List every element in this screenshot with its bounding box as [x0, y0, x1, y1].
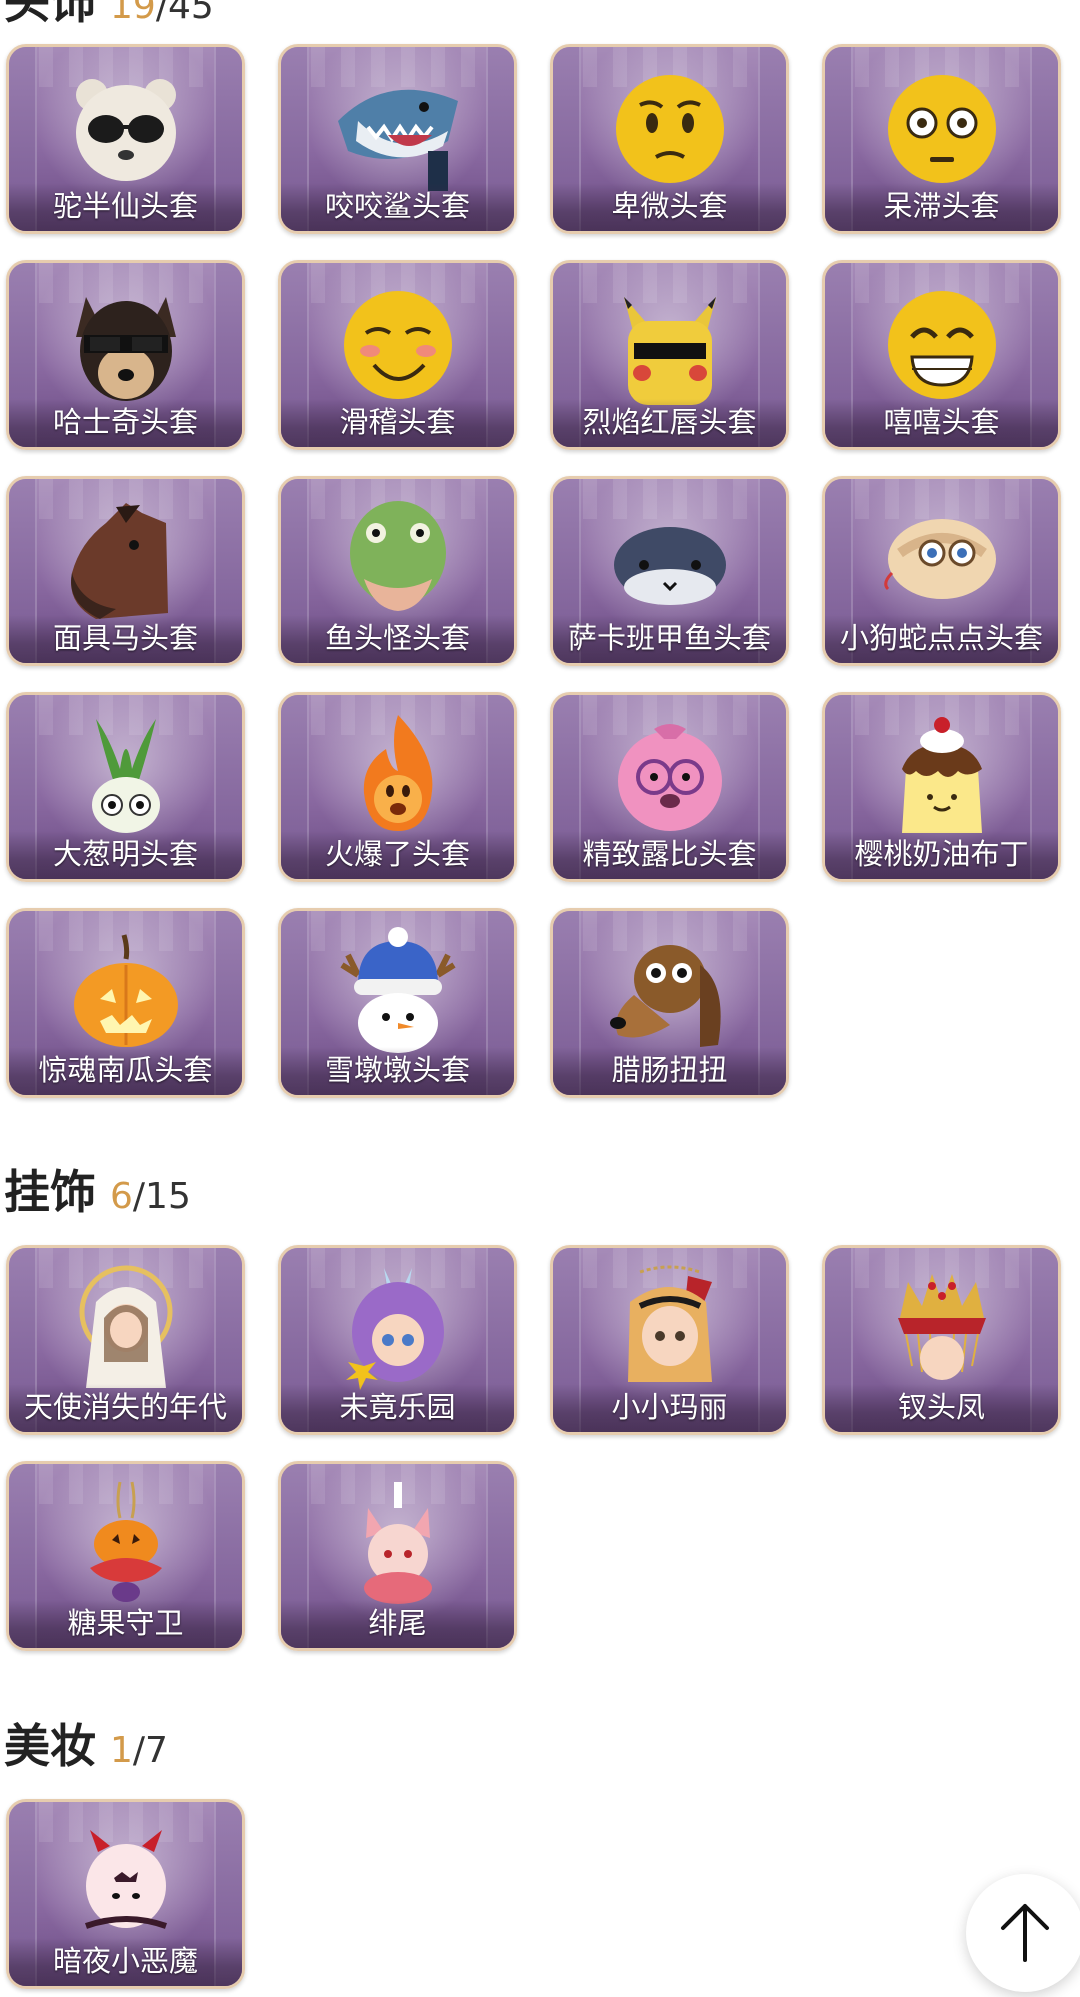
item-card[interactable]: 嘻嘻头套 — [822, 260, 1061, 450]
item-label: 鱼头怪头套 — [281, 615, 514, 663]
worried-emoji-icon — [615, 75, 724, 183]
pendants-section-header: 挂饰 6/15 — [4, 1156, 191, 1222]
grin-emoji-icon — [887, 291, 996, 399]
item-label: 呆滞头套 — [825, 183, 1058, 231]
makeup-section-header: 美妆 1/7 — [4, 1710, 168, 1776]
arrow-up-icon — [1001, 1904, 1049, 1962]
item-label: 雪墩墩头套 — [281, 1047, 514, 1095]
section-title: 挂饰 — [4, 1165, 96, 1219]
item-label: 驼半仙头套 — [9, 183, 242, 231]
back-to-top-button[interactable] — [966, 1874, 1080, 1992]
item-card[interactable]: 小狗蛇点点头套 — [822, 476, 1061, 666]
snake-icon — [883, 519, 996, 599]
section-title: 美妆 — [4, 1719, 96, 1773]
pumpkin-candy-icon — [89, 1481, 162, 1602]
fox-girl-icon — [363, 1482, 432, 1604]
item-card[interactable]: 雪墩墩头套 — [278, 908, 517, 1098]
headwear-section-header: 头饰 19/45 — [4, 0, 214, 32]
item-card[interactable]: 天使消失的年代 — [6, 1245, 245, 1435]
item-label: 未竟乐园 — [281, 1384, 514, 1432]
item-card[interactable]: 萨卡班甲鱼头套 — [550, 476, 789, 666]
item-label: 天使消失的年代 — [9, 1384, 242, 1432]
husky-icon — [75, 297, 176, 401]
item-label: 小狗蛇点点头套 — [825, 615, 1058, 663]
blonde-girl-icon — [627, 1265, 712, 1382]
item-card[interactable]: 咬咬鲨头套 — [278, 44, 517, 234]
funny-emoji-icon — [343, 291, 452, 399]
item-label: 糖果守卫 — [9, 1600, 242, 1648]
item-card[interactable]: 烈焰红唇头套 — [550, 260, 789, 450]
item-card[interactable]: 面具马头套 — [6, 476, 245, 666]
scallion-icon — [91, 719, 160, 833]
item-card[interactable]: 滑稽头套 — [278, 260, 517, 450]
sacabambaspis-icon — [613, 527, 726, 605]
item-label: 樱桃奶油布丁 — [825, 831, 1058, 879]
item-label: 萨卡班甲鱼头套 — [553, 615, 786, 663]
fish-head-icon — [349, 501, 446, 611]
item-label: 惊魂南瓜头套 — [9, 1047, 242, 1095]
pudding-icon — [901, 717, 982, 833]
item-label: 小小玛丽 — [553, 1384, 786, 1432]
item-label: 卑微头套 — [553, 183, 786, 231]
item-card[interactable]: 驼半仙头套 — [6, 44, 245, 234]
item-card[interactable]: 鱼头怪头套 — [278, 476, 517, 666]
item-card[interactable]: 未竟乐园 — [278, 1245, 517, 1435]
item-label: 嘻嘻头套 — [825, 399, 1058, 447]
phoenix-crown-icon — [897, 1274, 986, 1380]
item-label: 咬咬鲨头套 — [281, 183, 514, 231]
item-label: 暗夜小恶魔 — [9, 1938, 242, 1986]
item-card[interactable]: 暗夜小恶魔 — [6, 1799, 245, 1989]
section-title: 头饰 — [4, 0, 96, 29]
item-card[interactable]: 卑微头套 — [550, 44, 789, 234]
snowman-icon — [339, 927, 456, 1053]
fire-icon — [363, 715, 432, 831]
item-label: 面具马头套 — [9, 615, 242, 663]
horse-icon — [70, 503, 168, 619]
item-label: 绯尾 — [281, 1600, 514, 1648]
item-card[interactable]: 小小玛丽 — [550, 1245, 789, 1435]
pink-beaver-icon — [617, 724, 722, 831]
item-label: 精致露比头套 — [553, 831, 786, 879]
shark-icon — [337, 89, 458, 191]
item-card[interactable]: 樱桃奶油布丁 — [822, 692, 1061, 882]
item-card[interactable]: 大葱明头套 — [6, 692, 245, 882]
item-card[interactable]: 呆滞头套 — [822, 44, 1061, 234]
item-label: 哈士奇头套 — [9, 399, 242, 447]
section-count: 6/15 — [110, 1176, 191, 1217]
item-card[interactable]: 惊魂南瓜头套 — [6, 908, 245, 1098]
item-card[interactable]: 火爆了头套 — [278, 692, 517, 882]
yellow-pikachu-icon — [623, 297, 716, 405]
bear-sunglasses-icon — [75, 79, 176, 181]
item-label: 滑稽头套 — [281, 399, 514, 447]
item-card[interactable]: 绯尾 — [278, 1461, 517, 1651]
dazed-emoji-icon — [887, 75, 996, 183]
dachshund-icon — [609, 945, 721, 1047]
item-label: 钗头凤 — [825, 1384, 1058, 1432]
angel-girl-icon — [79, 1265, 172, 1388]
item-card[interactable]: 腊肠扭扭 — [550, 908, 789, 1098]
item-card[interactable]: 哈士奇头套 — [6, 260, 245, 450]
section-count: 1/7 — [110, 1730, 168, 1771]
item-card[interactable]: 糖果守卫 — [6, 1461, 245, 1651]
item-card[interactable]: 精致露比头套 — [550, 692, 789, 882]
item-card[interactable]: 钗头凤 — [822, 1245, 1061, 1435]
little-devil-icon — [84, 1830, 167, 1929]
section-count: 19/45 — [110, 0, 214, 27]
item-label: 烈焰红唇头套 — [553, 399, 786, 447]
purple-hair-girl-icon — [345, 1268, 444, 1390]
item-label: 大葱明头套 — [9, 831, 242, 879]
pumpkin-icon — [73, 934, 178, 1047]
item-label: 火爆了头套 — [281, 831, 514, 879]
item-label: 腊肠扭扭 — [553, 1047, 786, 1095]
